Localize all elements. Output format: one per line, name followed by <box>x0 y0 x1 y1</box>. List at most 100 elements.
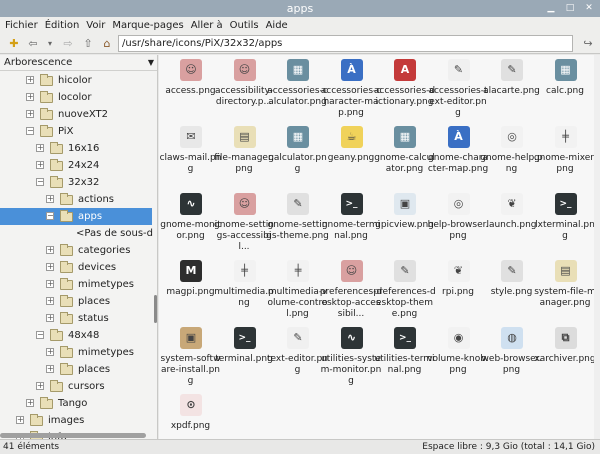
up-icon[interactable]: ⇧ <box>80 36 96 51</box>
tree-item-label: mimetypes <box>78 279 134 290</box>
file-item[interactable]: ⧉ xarchiver.png <box>534 327 597 391</box>
tree-item[interactable]: + categories <box>0 242 152 259</box>
tree-item[interactable]: + mimetypes <box>0 276 152 293</box>
expand-icon[interactable]: + <box>46 314 54 322</box>
character-icon: À <box>340 59 363 81</box>
new-tab-icon[interactable]: ✚ <box>6 36 22 51</box>
tree-item[interactable]: + mimetypes <box>0 344 152 361</box>
archive-icon: ⧉ <box>554 327 577 349</box>
tree-item[interactable]: + cursors <box>0 378 152 395</box>
editor-icon: ✎ <box>501 59 523 81</box>
file-item[interactable]: ▤ system-file-manager.png <box>534 260 597 324</box>
expand-icon[interactable]: + <box>46 195 54 203</box>
menu-bar: Fichier Édition Voir Marque-pages Aller à Out… <box>0 17 600 33</box>
expand-icon[interactable]: + <box>36 144 44 152</box>
person-icon: ☺ <box>340 260 363 282</box>
menu-item-3[interactable]: Marque-pages <box>112 20 183 31</box>
tree-item[interactable]: + Tango <box>0 395 152 412</box>
maximize-icon[interactable]: □ <box>562 2 578 15</box>
tree-item[interactable]: − PiX <box>0 123 152 140</box>
expand-icon[interactable]: + <box>26 76 34 84</box>
tree-item[interactable]: <Pas de sous-dossiers> <box>0 225 157 242</box>
expand-icon[interactable]: + <box>46 365 54 373</box>
file-name: gnome-mixer.png <box>533 153 597 174</box>
tree-item[interactable]: + status <box>0 310 152 327</box>
folder-icon <box>50 176 63 188</box>
menu-item-1[interactable]: Édition <box>45 20 80 31</box>
terminal-icon: >_ <box>233 327 256 349</box>
file-item[interactable]: ⊙ xpdf.png <box>159 394 222 439</box>
menu-item-4[interactable]: Aller à <box>191 20 223 31</box>
collapse-icon[interactable]: − <box>36 331 44 339</box>
menu-item-6[interactable]: Aide <box>266 20 288 31</box>
mixer-icon: ╪ <box>554 126 577 148</box>
title-bar: apps ▁ □ ✕ <box>0 0 600 17</box>
pencil-icon: ✎ <box>447 59 470 81</box>
tree-item-label: places <box>78 296 111 307</box>
folder-icon <box>60 295 73 307</box>
expand-icon[interactable]: + <box>36 382 44 390</box>
folder-icon <box>60 312 73 324</box>
file-view-scrollbar[interactable] <box>594 55 600 439</box>
menu-item-2[interactable]: Voir <box>86 20 105 31</box>
menu-item-0[interactable]: Fichier <box>5 20 38 31</box>
expand-icon[interactable]: + <box>46 280 54 288</box>
expand-icon[interactable]: + <box>46 263 54 271</box>
minimize-icon[interactable]: ▁ <box>543 2 559 15</box>
expand-icon[interactable]: + <box>26 93 34 101</box>
tree-item[interactable]: + places <box>0 293 152 310</box>
forward-icon[interactable]: ⇨ <box>60 36 76 51</box>
back-icon[interactable]: ⇦ <box>25 36 41 51</box>
item-count: 41 éléments <box>3 442 60 452</box>
calculator-icon: ▦ <box>394 126 416 148</box>
folder-icon <box>40 91 53 103</box>
tree-item[interactable]: + images <box>0 412 152 429</box>
collapse-icon[interactable]: − <box>26 127 34 135</box>
file-item[interactable]: ▦ calc.png <box>534 59 597 123</box>
sidebar-header-label: Arborescence <box>4 57 73 68</box>
menu-item-5[interactable]: Outils <box>230 20 259 31</box>
file-name: lxterminal.png <box>535 220 595 241</box>
file-item[interactable]: ╪ gnome-mixer.png <box>534 126 597 190</box>
expand-icon[interactable]: + <box>26 399 34 407</box>
tree-item[interactable]: − 32x32 <box>0 174 152 191</box>
tree-item-label: actions <box>78 194 114 205</box>
sidebar-mode-select[interactable]: Arborescence ▼ <box>0 55 157 71</box>
expand-icon[interactable]: + <box>46 348 54 356</box>
tree-item[interactable]: + places <box>0 361 152 378</box>
tree-item-label: Tango <box>58 398 88 409</box>
collapse-icon[interactable]: − <box>46 212 54 220</box>
theme-icon: ✎ <box>501 260 523 282</box>
tree-item[interactable]: + hicolor <box>0 72 152 89</box>
home-icon[interactable]: ⌂ <box>99 36 115 51</box>
status-bar: 41 éléments Espace libre : 9,3 Gio (tota… <box>0 439 600 454</box>
calculator-icon: ▦ <box>287 126 309 148</box>
tree-item[interactable]: + actions <box>0 191 152 208</box>
back-history-icon[interactable]: ▾ <box>42 36 58 51</box>
expand-icon[interactable]: + <box>36 161 44 169</box>
tree-item[interactable]: + devices <box>0 259 152 276</box>
file-item[interactable]: >_ lxterminal.png <box>534 193 597 257</box>
collapse-icon[interactable]: − <box>36 178 44 186</box>
character-icon: À <box>447 126 470 148</box>
sidebar-horizontal-scrollbar[interactable] <box>0 433 146 438</box>
package-icon: ▣ <box>180 327 202 349</box>
close-icon[interactable]: ✕ <box>581 2 597 15</box>
file-name: xpdf.png <box>170 421 211 431</box>
tree-item[interactable]: + nuoveXT2 <box>0 106 152 123</box>
tree-item[interactable]: − 48x48 <box>0 327 152 344</box>
expand-icon[interactable]: + <box>26 110 34 118</box>
dictionary-icon: A <box>394 59 416 81</box>
sidebar-scrollbar[interactable] <box>153 72 157 437</box>
tree-item[interactable]: − apps <box>0 208 152 225</box>
go-icon[interactable]: ↪ <box>580 36 596 51</box>
tree-item[interactable]: +16x16 <box>0 140 152 157</box>
tree-item[interactable]: +24x24 <box>0 157 152 174</box>
expand-icon[interactable]: + <box>46 246 54 254</box>
tree-item[interactable]: + locolor <box>0 89 152 106</box>
file-view: ☺ access.png ☺ accessibility-directory.p...… <box>159 55 600 439</box>
expand-icon[interactable]: + <box>46 297 54 305</box>
sidebar-scrollbar-thumb[interactable] <box>154 295 157 323</box>
path-input[interactable] <box>118 35 573 52</box>
expand-icon[interactable]: + <box>16 416 24 424</box>
